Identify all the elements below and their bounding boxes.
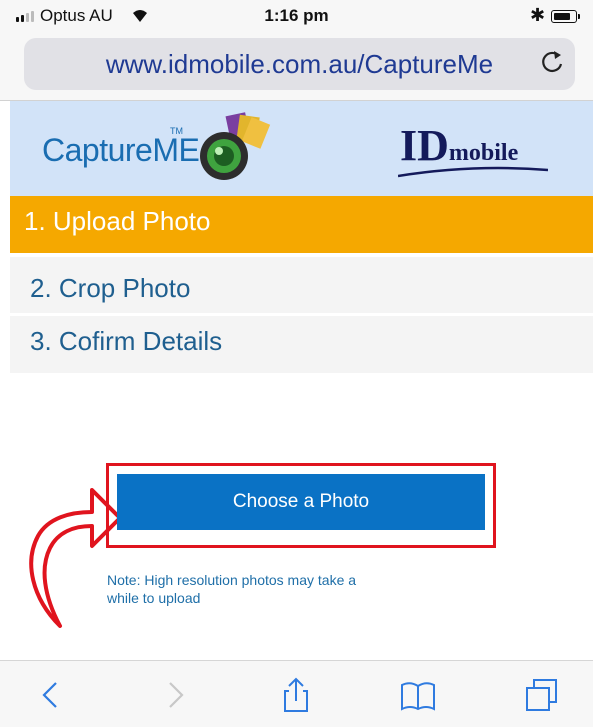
reload-icon[interactable] [538,47,568,77]
camera-lens-icon [200,112,271,180]
idmobile-swoosh [398,166,548,178]
tabs-icon[interactable] [522,677,562,713]
clock: 1:16 pm [264,6,329,25]
step-label: 3. Cofirm Details [30,326,223,356]
bookmarks-icon[interactable] [398,677,438,713]
idmobile-logo-mobile: mobile [448,140,519,166]
idmobile-logo: IDmobile [400,120,518,171]
step-confirm-details[interactable]: 3. Cofirm Details [10,316,593,373]
choose-photo-button[interactable]: Choose a Photo [117,474,485,530]
battery-icon [551,10,580,23]
bluetooth-icon: ✱ [530,5,546,25]
back-icon[interactable] [32,677,72,713]
step-label: 2. Crop Photo [30,273,191,303]
step-upload-photo[interactable]: 1. Upload Photo [10,196,593,253]
url-text[interactable]: www.idmobile.com.au/CaptureMe [24,38,575,90]
captureme-logo: CaptureME [42,132,200,168]
forward-icon[interactable] [154,677,194,713]
step-label: 1. Upload Photo [24,206,211,236]
upload-note: Note: High resolution photos may take a … [107,572,357,606]
share-icon[interactable] [276,677,316,713]
step-crop-photo[interactable]: 2. Crop Photo [10,257,593,313]
idmobile-logo-id: ID [400,121,449,170]
